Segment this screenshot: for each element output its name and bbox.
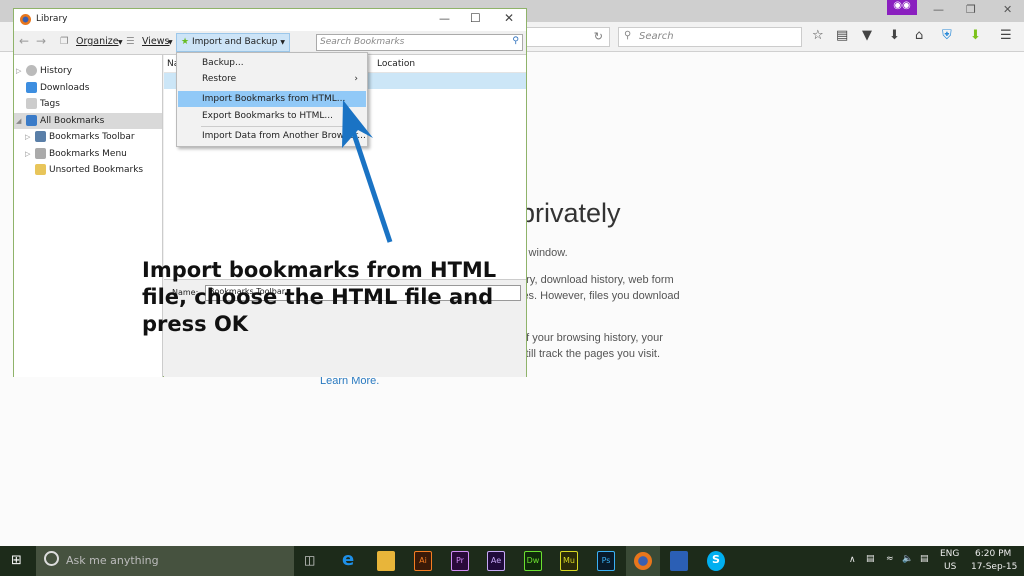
arrow-shaft xyxy=(349,127,393,243)
cortana-icon xyxy=(44,551,59,566)
tray-expand-icon[interactable]: ∧ xyxy=(849,555,856,565)
task-view-icon[interactable]: ◫ xyxy=(304,553,315,567)
wifi-icon[interactable]: ≈ xyxy=(886,554,894,564)
clock-time[interactable]: 6:20 PM xyxy=(975,549,1011,559)
region-indicator[interactable]: US xyxy=(944,562,956,572)
muse-icon[interactable]: Mu xyxy=(560,551,578,571)
taskbar: ⊞ Ask me anything ◫ e Ai Pr Ae Dw Mu Ps … xyxy=(0,546,1024,576)
file-explorer-icon[interactable] xyxy=(377,551,395,571)
edge-icon[interactable]: e xyxy=(342,549,354,570)
notifications-icon[interactable]: ▤ xyxy=(920,554,929,564)
photoshop-icon[interactable]: Ps xyxy=(597,551,615,571)
word-icon[interactable] xyxy=(670,551,688,571)
premiere-icon[interactable]: Pr xyxy=(451,551,469,571)
search-placeholder: Ask me anything xyxy=(66,554,159,567)
windows-start-icon[interactable]: ⊞ xyxy=(11,553,22,568)
cortana-search[interactable]: Ask me anything xyxy=(36,546,294,576)
skype-icon[interactable]: S xyxy=(707,551,725,571)
after-effects-icon[interactable]: Ae xyxy=(487,551,505,571)
firefox-taskbar-button[interactable] xyxy=(626,546,660,576)
clock-date[interactable]: 17-Sep-15 xyxy=(971,562,1017,572)
dreamweaver-icon[interactable]: Dw xyxy=(524,551,542,571)
firefox-icon xyxy=(634,552,652,570)
network-icon[interactable]: ▤ xyxy=(866,554,875,564)
volume-icon[interactable]: 🔈 xyxy=(902,554,913,564)
illustrator-icon[interactable]: Ai xyxy=(414,551,432,571)
instruction-annotation: Import bookmarks from HTML file, choose … xyxy=(142,258,497,336)
language-indicator[interactable]: ENG xyxy=(940,549,959,559)
